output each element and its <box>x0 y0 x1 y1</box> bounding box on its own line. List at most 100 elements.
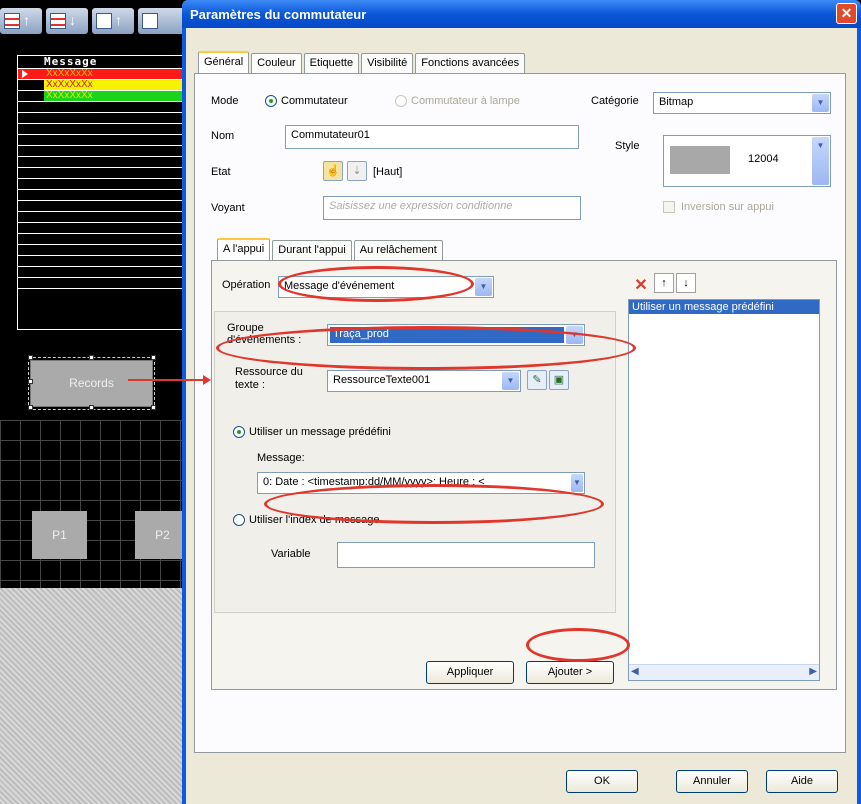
resize-handle[interactable] <box>89 405 94 410</box>
title-bar[interactable]: Paramètres du commutateur ✕ <box>182 0 861 28</box>
mode-commutateur-radio[interactable] <box>265 95 277 107</box>
inversion-checkbox[interactable] <box>663 201 675 213</box>
toolbar-button-add-row[interactable]: ↑ <box>0 8 42 34</box>
aide-button[interactable]: Aide <box>766 770 838 793</box>
hatched-area <box>0 588 190 804</box>
resize-handle[interactable] <box>89 355 94 360</box>
ressource-select[interactable]: RessourceTexte001 ▼ <box>327 370 521 392</box>
state-down-icon[interactable]: ⇣ <box>347 161 367 181</box>
resize-handle[interactable] <box>28 355 33 360</box>
ressource-label-line1: Ressource du <box>235 366 303 378</box>
chevron-down-icon: ▼ <box>475 278 492 296</box>
message-row: XxXxXxXx <box>18 90 186 101</box>
tab-durant-lappui[interactable]: Durant l'appui <box>272 240 352 260</box>
delete-icon[interactable]: ✕ <box>630 275 652 294</box>
message-select[interactable]: 0: Date : <timestamp:dd/MM/yyyy>; Heure … <box>257 472 585 494</box>
message-row <box>18 145 186 156</box>
editor-canvas: ↑ ↓ ↑ Message XxXxXxXx XxXxXxXx XxXxXxXx <box>0 0 190 804</box>
use-index-radio[interactable] <box>233 514 245 526</box>
toolbar-button-page[interactable] <box>138 8 188 34</box>
groupe-select[interactable]: Traça_prod ▼ <box>327 324 585 346</box>
chevron-down-icon: ▼ <box>812 137 829 185</box>
arrow-up-icon: ↑ <box>23 12 30 28</box>
appliquer-button[interactable]: Appliquer <box>426 661 514 684</box>
message-header: Message <box>44 55 98 68</box>
tab-au-relachement[interactable]: Au relâchement <box>353 240 443 260</box>
resize-handle[interactable] <box>28 405 33 410</box>
resize-handle[interactable] <box>151 405 156 410</box>
message-row: XxXxXxXx <box>18 79 186 90</box>
inversion-label: Inversion sur appui <box>681 201 774 213</box>
tab-fonctions-avancees[interactable]: Fonctions avancées <box>415 53 526 73</box>
resize-handle[interactable] <box>28 379 33 384</box>
annuler-button[interactable]: Annuler <box>676 770 748 793</box>
mode-lampe-radio[interactable] <box>395 95 407 107</box>
ressource-value: RessourceTexte001 <box>333 374 431 386</box>
p1-button[interactable]: P1 <box>32 511 87 559</box>
message-label: Message: <box>257 452 305 464</box>
switch-settings-dialog: Paramètres du commutateur ✕ Général Coul… <box>182 0 861 804</box>
tab-a-lappui[interactable]: A l'appui <box>217 238 271 260</box>
action-tabs: A l'appui Durant l'appui Au relâchement <box>217 238 445 260</box>
edit-resource-icon[interactable]: ✎ <box>527 370 547 390</box>
message-row: XxXxXxXx <box>18 68 186 79</box>
ajouter-button[interactable]: Ajouter > <box>526 661 614 684</box>
groupe-label-line1: Groupe <box>227 322 264 334</box>
scroll-left-icon[interactable]: ◀ <box>631 666 639 677</box>
move-up-icon[interactable]: ↑ <box>654 273 674 293</box>
tab-etiquette[interactable]: Etiquette <box>303 53 360 73</box>
chevron-down-icon: ▼ <box>566 326 583 344</box>
page-icon <box>142 13 158 29</box>
use-predefined-radio[interactable] <box>233 426 245 438</box>
list-item[interactable]: Utiliser un message prédéfini <box>629 300 819 314</box>
message-row <box>18 156 186 167</box>
records-button[interactable]: Records <box>30 360 153 407</box>
toolbar-button-page-up[interactable]: ↑ <box>92 8 134 34</box>
etat-label: Etat <box>211 166 231 178</box>
style-select[interactable]: 12004 ▼ <box>663 135 831 187</box>
toolbar-button-remove-row[interactable]: ↓ <box>46 8 88 34</box>
categorie-select[interactable]: Bitmap ▼ <box>653 92 831 114</box>
message-row-text: XxXxXxXx <box>46 79 93 90</box>
move-down-icon[interactable]: ↓ <box>676 273 696 293</box>
voyant-input[interactable]: Saisissez une expression conditionne <box>323 196 581 220</box>
tab-couleur[interactable]: Couleur <box>251 53 302 73</box>
message-row <box>18 167 186 178</box>
arrow-up-icon: ↑ <box>115 12 122 28</box>
resize-handle[interactable] <box>151 355 156 360</box>
style-value: 12004 <box>748 153 779 165</box>
message-row <box>18 255 186 266</box>
chevron-down-icon: ▼ <box>571 474 583 492</box>
table-icon <box>50 13 66 29</box>
mode-lampe-label: Commutateur à lampe <box>411 95 520 107</box>
mode-label: Mode <box>211 95 239 107</box>
chevron-down-icon: ▼ <box>502 372 519 390</box>
horizontal-scrollbar[interactable]: ◀ ▶ <box>629 664 819 680</box>
close-button[interactable]: ✕ <box>836 3 857 24</box>
message-row <box>18 288 186 299</box>
message-value: 0: Date : <timestamp:dd/MM/yyyy>; Heure … <box>263 476 485 488</box>
operation-select[interactable]: Message d'événement ▼ <box>278 276 494 298</box>
nom-input[interactable]: Commutateur01 <box>285 125 579 149</box>
message-row-text: XxXxXxXx <box>46 68 93 79</box>
scroll-right-icon[interactable]: ▶ <box>809 666 817 677</box>
operation-value: Message d'événement <box>284 280 395 292</box>
new-resource-icon[interactable]: ▣ <box>549 370 569 390</box>
message-row <box>18 123 186 134</box>
arrow-down-icon: ↓ <box>69 12 76 28</box>
style-label: Style <box>615 140 640 152</box>
message-row <box>18 101 186 112</box>
variable-label: Variable <box>271 548 311 560</box>
mode-commutateur-label: Commutateur <box>281 95 348 107</box>
main-tabs: Général Couleur Etiquette Visibilité Fon… <box>198 51 527 73</box>
ressource-label-line2: texte : <box>235 379 265 391</box>
tab-general[interactable]: Général <box>198 51 250 73</box>
tab-visibilite[interactable]: Visibilité <box>361 53 414 73</box>
message-row <box>18 134 186 145</box>
action-list[interactable]: Utiliser un message prédéfini ◀ ▶ <box>628 299 820 681</box>
state-up-icon[interactable]: ☝ <box>323 161 343 181</box>
style-preview <box>670 146 730 174</box>
page-icon <box>96 13 112 29</box>
variable-input[interactable] <box>337 542 595 568</box>
ok-button[interactable]: OK <box>566 770 638 793</box>
